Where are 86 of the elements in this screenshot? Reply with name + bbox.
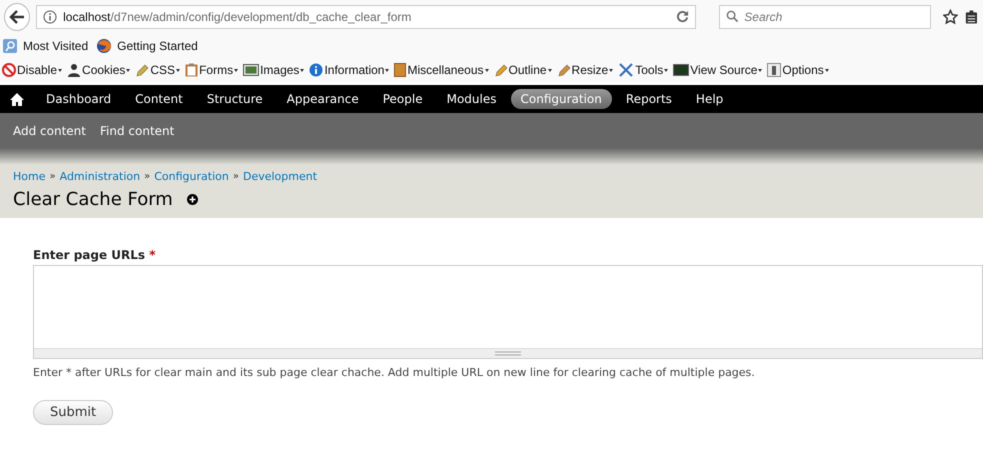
toolbar-menu[interactable]: Images	[243, 63, 304, 77]
back-button[interactable]	[4, 2, 30, 30]
bookmark-item[interactable]: Most Visited	[2, 38, 88, 54]
toolbar-menu[interactable]: CSS	[135, 63, 180, 77]
toolbar-menu[interactable]: Options	[767, 63, 829, 77]
bookmark-label: Getting Started	[117, 38, 198, 52]
toolbar-menu-label: Information	[324, 63, 384, 77]
breadcrumb-link[interactable]: Administration	[60, 170, 140, 183]
toolbar-menu-label: Options	[782, 63, 824, 77]
toolbar-menu-label: Forms	[199, 63, 234, 77]
clipboard-icon	[185, 63, 198, 77]
breadcrumb-separator: »	[144, 171, 150, 182]
toolbar-menu-label: Disable	[17, 63, 58, 77]
caret-icon	[548, 68, 552, 72]
terminal-icon	[673, 64, 690, 76]
address-bar[interactable]: localhost/d7new/admin/config/development/db_cache_clear_form	[36, 4, 696, 28]
field-label: Enter page URLs *	[33, 248, 157, 262]
toolbar-menu[interactable]: Resize	[556, 63, 614, 77]
home-icon[interactable]	[10, 92, 24, 106]
toolbar-menu-label: Outline	[508, 63, 547, 77]
toolbar-menu[interactable]: Outline	[494, 63, 552, 77]
caret-icon	[234, 68, 238, 72]
menu-tab[interactable]: Configuration	[510, 89, 612, 109]
pencil-icon	[494, 63, 508, 77]
book-icon	[394, 63, 406, 77]
prohibited-icon	[2, 63, 16, 77]
globe-icon	[96, 38, 112, 54]
caret-icon	[484, 68, 489, 72]
person-icon	[67, 63, 82, 77]
menu-tab[interactable]: Reports	[616, 89, 682, 109]
toolbar-menu[interactable]: Disable	[2, 63, 62, 77]
info-icon	[43, 10, 58, 24]
image-icon	[243, 64, 260, 76]
bookmark-item[interactable]: Getting Started	[96, 38, 198, 54]
toolbar-menu-label: Miscellaneous	[407, 63, 484, 77]
back-arrow-icon	[9, 10, 26, 24]
menu-tab[interactable]: Structure	[196, 89, 273, 109]
menu-tab[interactable]: Appearance	[276, 89, 369, 109]
caret-icon	[58, 68, 62, 72]
toolbar-menu[interactable]: Miscellaneous	[394, 63, 489, 77]
search-field[interactable]: Search	[719, 4, 932, 28]
toolbar-menu[interactable]: View Source	[673, 63, 762, 77]
pencil-icon	[135, 63, 150, 77]
breadcrumb-link[interactable]: Development	[242, 170, 318, 183]
toolbar-menu-label: Cookies	[82, 63, 126, 77]
caret-icon	[300, 68, 304, 72]
caret-icon	[126, 68, 130, 72]
bookmark-label: Most Visited	[23, 38, 88, 52]
toolbar-menu[interactable]: Forms	[185, 63, 238, 77]
pencil-icon	[556, 63, 571, 77]
info-icon	[309, 63, 324, 77]
toolbar-menu-label: Tools	[635, 63, 664, 77]
toolbar-menu-label: Resize	[572, 63, 608, 77]
options-icon	[767, 63, 782, 77]
caret-icon	[758, 68, 762, 72]
breadcrumb-link[interactable]: Home	[13, 170, 46, 183]
star-icon[interactable]	[943, 8, 958, 24]
caret-icon	[385, 68, 390, 72]
add-shortcut-icon[interactable]	[186, 194, 198, 205]
toolbar-menu[interactable]: Cookies	[67, 63, 130, 77]
toolbar-menu-label: Images	[260, 63, 300, 77]
menu-tab[interactable]: Content	[125, 89, 193, 109]
menu-tab[interactable]: Modules	[436, 89, 506, 109]
reload-icon[interactable]	[676, 10, 690, 23]
page-title: Clear Cache Form	[13, 189, 173, 210]
menu-tab[interactable]: Dashboard	[36, 89, 122, 109]
shortcut-link[interactable]: Find content	[100, 124, 174, 138]
toolbar-menu[interactable]: Tools	[618, 63, 668, 77]
reading-list-icon[interactable]	[964, 8, 979, 24]
resize-grip-icon[interactable]	[495, 351, 521, 356]
menu-tab[interactable]: Help	[686, 89, 734, 109]
caret-icon	[609, 68, 614, 72]
submit-button[interactable]: Submit	[33, 400, 114, 425]
toolbar-menu-label: View Source	[690, 63, 758, 77]
toolbar-menu[interactable]: Information	[309, 63, 390, 77]
caret-icon	[176, 68, 180, 72]
field-description: Enter * after URLs for clear main and its sub page clear chache. Add multiple URL on new line for clearing cache of multiple pages.	[33, 366, 756, 379]
breadcrumb-separator: »	[49, 171, 56, 182]
breadcrumb-link[interactable]: Configuration	[154, 170, 229, 183]
caret-icon	[664, 68, 668, 72]
caret-icon	[824, 68, 829, 72]
menu-tab[interactable]: People	[372, 89, 433, 109]
breadcrumb-separator: »	[232, 171, 239, 182]
tools-icon	[618, 63, 634, 77]
toolbar-menu-label: CSS	[150, 63, 176, 77]
shortcut-link[interactable]: Add content	[13, 124, 86, 138]
